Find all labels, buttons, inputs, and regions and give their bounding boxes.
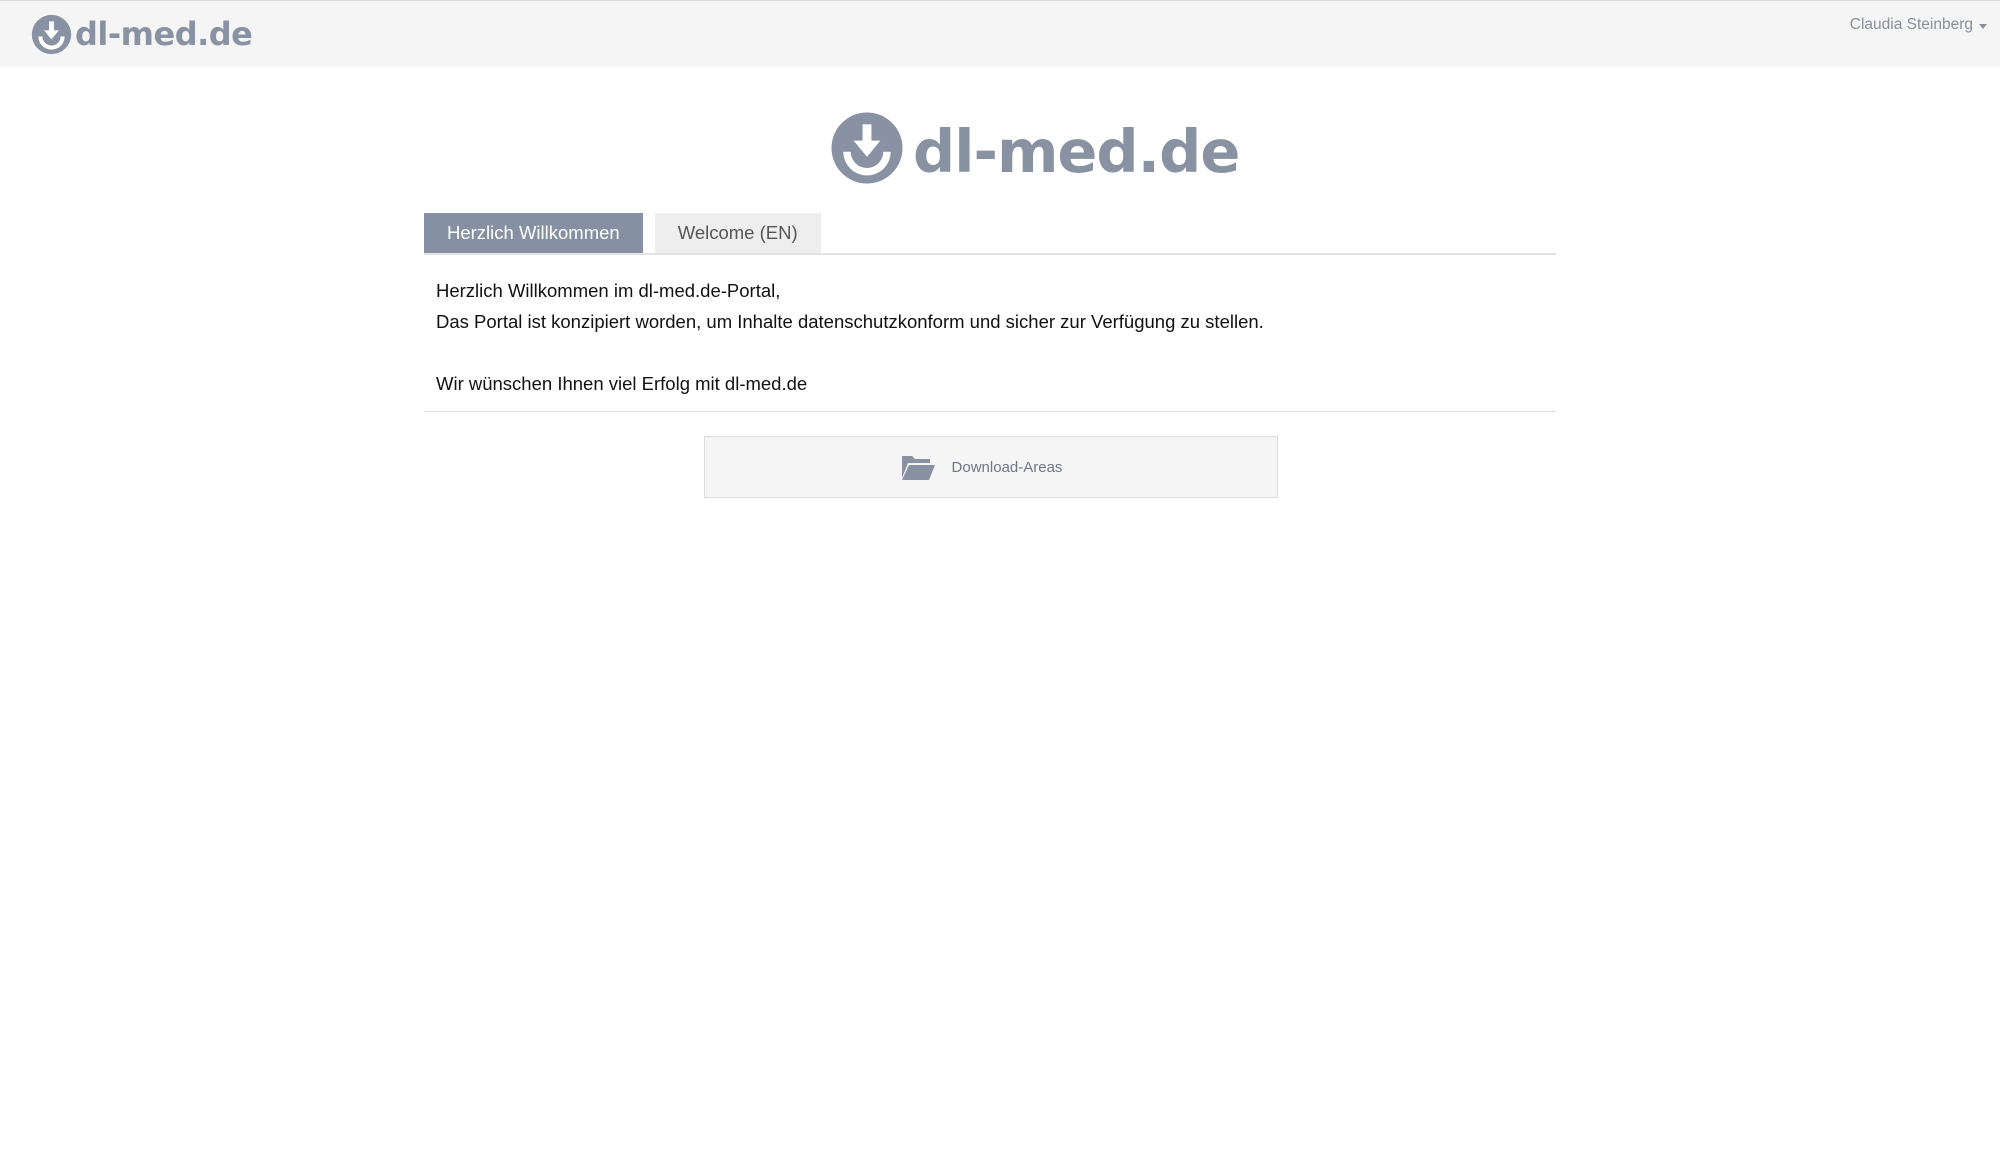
user-menu-dropdown[interactable]: Claudia Steinberg	[1850, 16, 1987, 34]
download-circle-icon	[31, 14, 72, 54]
download-areas-label: Download-Areas	[951, 458, 1063, 476]
tab-herzlich-willkommen[interactable]: Herzlich Willkommen	[424, 213, 643, 253]
description-line: Das Portal ist konzipiert worden, um Inh…	[436, 311, 1264, 332]
tab-content: Herzlich Willkommen im dl-med.de-Portal,…	[424, 255, 1556, 412]
tab-welcome-en[interactable]: Welcome (EN)	[654, 213, 821, 253]
welcome-line: Herzlich Willkommen im dl-med.de-Portal,	[436, 280, 781, 301]
center-logo: dl-med.de	[830, 110, 1240, 186]
logo-text: dl-med.de	[913, 116, 1240, 186]
welcome-panel: Herzlich Willkommen Welcome (EN) Herzlic…	[424, 213, 1556, 412]
caret-down-icon	[1979, 23, 1987, 29]
top-navbar: dl-med.de Claudia Steinberg	[0, 0, 2000, 67]
user-name: Claudia Steinberg	[1849, 16, 1973, 33]
folder-open-icon	[901, 456, 935, 480]
closing-line: Wir wünschen Ihnen viel Erfolg mit dl-me…	[436, 373, 808, 394]
brand-logo-link[interactable]: dl-med.de	[31, 12, 253, 56]
tab-bar: Herzlich Willkommen Welcome (EN)	[424, 213, 1556, 255]
brand-text: dl-med.de	[75, 15, 253, 53]
download-circle-icon	[831, 112, 903, 184]
download-areas-button[interactable]: Download-Areas	[704, 436, 1278, 498]
